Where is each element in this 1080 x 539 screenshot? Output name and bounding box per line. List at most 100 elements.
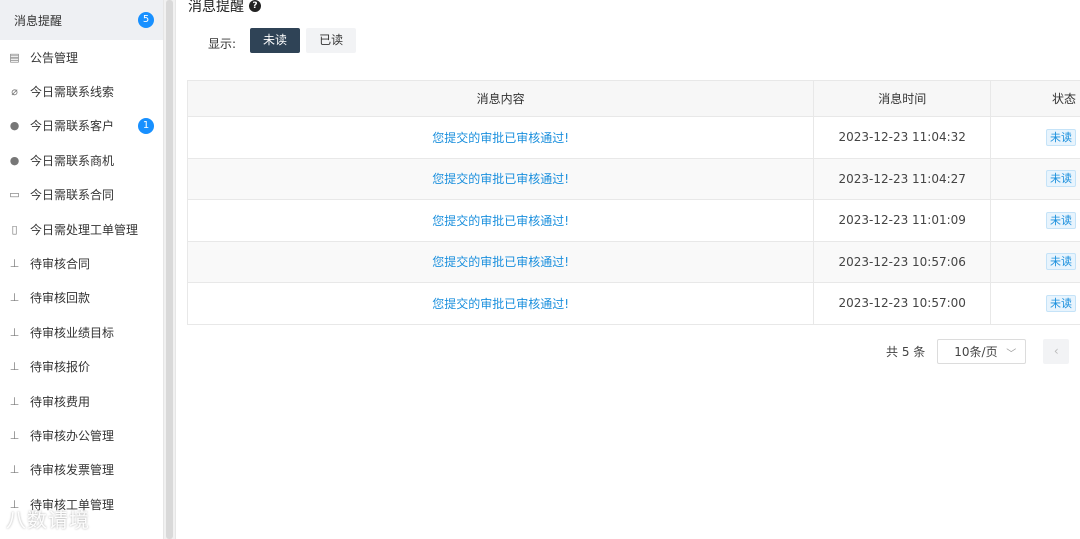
sidebar-item-label: 待审核费用 xyxy=(30,394,91,409)
count-badge: 5 xyxy=(138,12,154,28)
sidebar-scrollbar[interactable] xyxy=(164,0,176,539)
sidebar-item-13[interactable]: ⊥ 待审核发票管理 xyxy=(0,453,163,487)
sidebar-item-0[interactable]: 消息提醒 5 xyxy=(0,0,163,40)
cell-time: 2023-12-23 10:57:06 xyxy=(814,241,992,282)
message-time: 2023-12-23 10:57:06 xyxy=(838,254,966,269)
header-time[interactable]: 消息时间 xyxy=(814,81,992,116)
message-time: 2023-12-23 11:04:32 xyxy=(838,130,966,145)
sidebar-item-label: 今日需联系商机 xyxy=(30,153,115,168)
sidebar-item-3[interactable]: ● 今日需联系客户 1 xyxy=(0,109,163,143)
read-filter-button[interactable]: 已读 xyxy=(306,28,357,53)
sidebar-item-label: 今日需处理工单管理 xyxy=(30,222,139,237)
cell-status: 未读 xyxy=(991,117,1080,158)
header-content[interactable]: 消息内容 xyxy=(188,81,815,116)
bulb-icon: ● xyxy=(9,153,20,167)
pagination: 共 5 条 10条/页 ﹀ ‹ xyxy=(886,339,1070,364)
sidebar-item-label: 待审核合同 xyxy=(30,257,91,272)
chevron-down-icon: ﹀ xyxy=(1006,349,1017,360)
sidebar-item-11[interactable]: ⊥ 待审核费用 xyxy=(0,384,163,418)
count-badge: 1 xyxy=(138,117,154,134)
header-status[interactable]: 状态 xyxy=(991,81,1080,116)
message-time: 2023-12-23 11:04:27 xyxy=(838,171,966,186)
status-badge: 未读 xyxy=(1046,170,1076,188)
cell-status: 未读 xyxy=(991,283,1080,324)
sidebar-item-label: 今日需联系客户 xyxy=(30,119,115,134)
user-audit-icon: ⊥ xyxy=(9,325,20,339)
message-link[interactable]: 您提交的审批已审核通过! xyxy=(432,129,569,146)
table-row[interactable]: 您提交的审批已审核通过! 2023-12-23 11:04:27 未读 xyxy=(188,158,1080,200)
status-badge: 未读 xyxy=(1046,211,1076,229)
message-link[interactable]: 您提交的审批已审核通过! xyxy=(432,253,569,270)
user-audit-icon: ⊥ xyxy=(9,463,20,477)
cell-content: 您提交的审批已审核通过! xyxy=(188,117,815,158)
sidebar-item-label: 今日需联系合同 xyxy=(30,188,115,203)
cell-content: 您提交的审批已审核通过! xyxy=(188,158,815,199)
sidebar-item-label: 待审核发票管理 xyxy=(30,463,115,478)
user-icon: ● xyxy=(9,119,20,133)
paperclip-icon: ⌀ xyxy=(11,85,18,99)
page-title: 消息提醒 ? xyxy=(188,0,261,16)
status-badge: 未读 xyxy=(1046,253,1076,271)
sidebar-item-1[interactable]: ▤ 公告管理 xyxy=(0,40,163,74)
sidebar-item-label: 公告管理 xyxy=(30,50,79,65)
user-audit-icon: ⊥ xyxy=(9,394,20,408)
sidebar-item-2[interactable]: ⌀ 今日需联系线索 xyxy=(0,74,163,108)
sidebar-item-9[interactable]: ⊥ 待审核业绩目标 xyxy=(0,315,163,349)
watermark: 八数请境 xyxy=(6,508,90,532)
sidebar-item-5[interactable]: ▭ 今日需联系合同 xyxy=(0,178,163,212)
cell-time: 2023-12-23 11:04:32 xyxy=(814,117,992,158)
message-link[interactable]: 您提交的审批已审核通过! xyxy=(432,212,569,229)
sidebar-item-8[interactable]: ⊥ 待审核回款 xyxy=(0,281,163,315)
table-row[interactable]: 您提交的审批已审核通过! 2023-12-23 10:57:06 未读 xyxy=(188,241,1080,283)
table-row[interactable]: 您提交的审批已审核通过! 2023-12-23 10:57:00 未读 xyxy=(188,283,1080,325)
cell-status: 未读 xyxy=(991,159,1080,200)
user-audit-icon: ⊥ xyxy=(9,291,20,305)
question-icon[interactable]: ? xyxy=(249,0,261,12)
total-count: 共 5 条 xyxy=(886,345,926,359)
sidebar: 消息提醒 5 ▤ 公告管理 ⌀ 今日需联系线索 ● 今日需联系客户 1 ● 今日需联系商机 ▭ 今日需联… xyxy=(0,0,164,539)
cell-content: 您提交的审批已审核通过! xyxy=(188,283,815,324)
sidebar-item-label: 待审核回款 xyxy=(30,291,91,306)
cell-time: 2023-12-23 11:04:27 xyxy=(814,158,992,199)
unread-filter-button[interactable]: 未读 xyxy=(250,28,301,53)
cell-status: 未读 xyxy=(991,242,1080,283)
table-row[interactable]: 您提交的审批已审核通过! 2023-12-23 11:01:09 未读 xyxy=(188,200,1080,242)
page-title-text: 消息提醒 xyxy=(188,0,244,15)
sidebar-item-4[interactable]: ● 今日需联系商机 xyxy=(0,143,163,177)
sidebar-item-label: 待审核业绩目标 xyxy=(30,325,115,340)
cell-time: 2023-12-23 11:01:09 xyxy=(814,200,992,241)
document-icon: ▯ xyxy=(11,222,18,236)
table-header: 消息内容 消息时间 状态 xyxy=(188,81,1080,117)
message-table: 消息内容 消息时间 状态 您提交的审批已审核通过! 2023-12-23 11:0… xyxy=(187,80,1080,325)
sidebar-item-6[interactable]: ▯ 今日需处理工单管理 xyxy=(0,212,163,246)
sidebar-item-label: 今日需联系线索 xyxy=(30,85,115,100)
folder-icon: ▭ xyxy=(9,188,20,202)
prev-page-button[interactable]: ‹ xyxy=(1043,339,1070,364)
message-time: 2023-12-23 11:01:09 xyxy=(838,213,966,228)
cell-status: 未读 xyxy=(991,200,1080,241)
user-audit-icon: ⊥ xyxy=(9,360,20,374)
filter-bar: 显示: 未读 已读 xyxy=(208,28,362,53)
sidebar-item-12[interactable]: ⊥ 待审核办公管理 xyxy=(0,418,163,452)
cell-content: 您提交的审批已审核通过! xyxy=(188,241,815,282)
sidebar-item-7[interactable]: ⊥ 待审核合同 xyxy=(0,246,163,280)
message-link[interactable]: 您提交的审批已审核通过! xyxy=(432,295,569,312)
page-size-select[interactable]: 10条/页 ﹀ xyxy=(937,339,1027,364)
sidebar-item-10[interactable]: ⊥ 待审核报价 xyxy=(0,350,163,384)
message-time: 2023-12-23 10:57:00 xyxy=(838,296,966,311)
table-row[interactable]: 您提交的审批已审核通过! 2023-12-23 11:04:32 未读 xyxy=(188,117,1080,159)
sidebar-item-label: 消息提醒 xyxy=(14,13,63,28)
filter-label: 显示: xyxy=(208,37,237,51)
cell-time: 2023-12-23 10:57:00 xyxy=(814,283,992,324)
user-audit-icon: ⊥ xyxy=(9,257,20,271)
scrollbar-thumb[interactable] xyxy=(166,0,173,539)
chevron-left-icon: ‹ xyxy=(1053,344,1059,358)
cell-content: 您提交的审批已审核通过! xyxy=(188,200,815,241)
message-link[interactable]: 您提交的审批已审核通过! xyxy=(432,170,569,187)
sidebar-item-label: 待审核办公管理 xyxy=(30,428,115,443)
status-badge: 未读 xyxy=(1046,294,1076,312)
main-content: 消息提醒 ? 显示: 未读 已读 消息内容 消息时间 状态 您提交的审批已审核通… xyxy=(186,0,1080,539)
sidebar-item-label: 待审核报价 xyxy=(30,360,91,375)
user-audit-icon: ⊥ xyxy=(9,428,20,442)
clipboard-icon: ▤ xyxy=(9,50,20,64)
